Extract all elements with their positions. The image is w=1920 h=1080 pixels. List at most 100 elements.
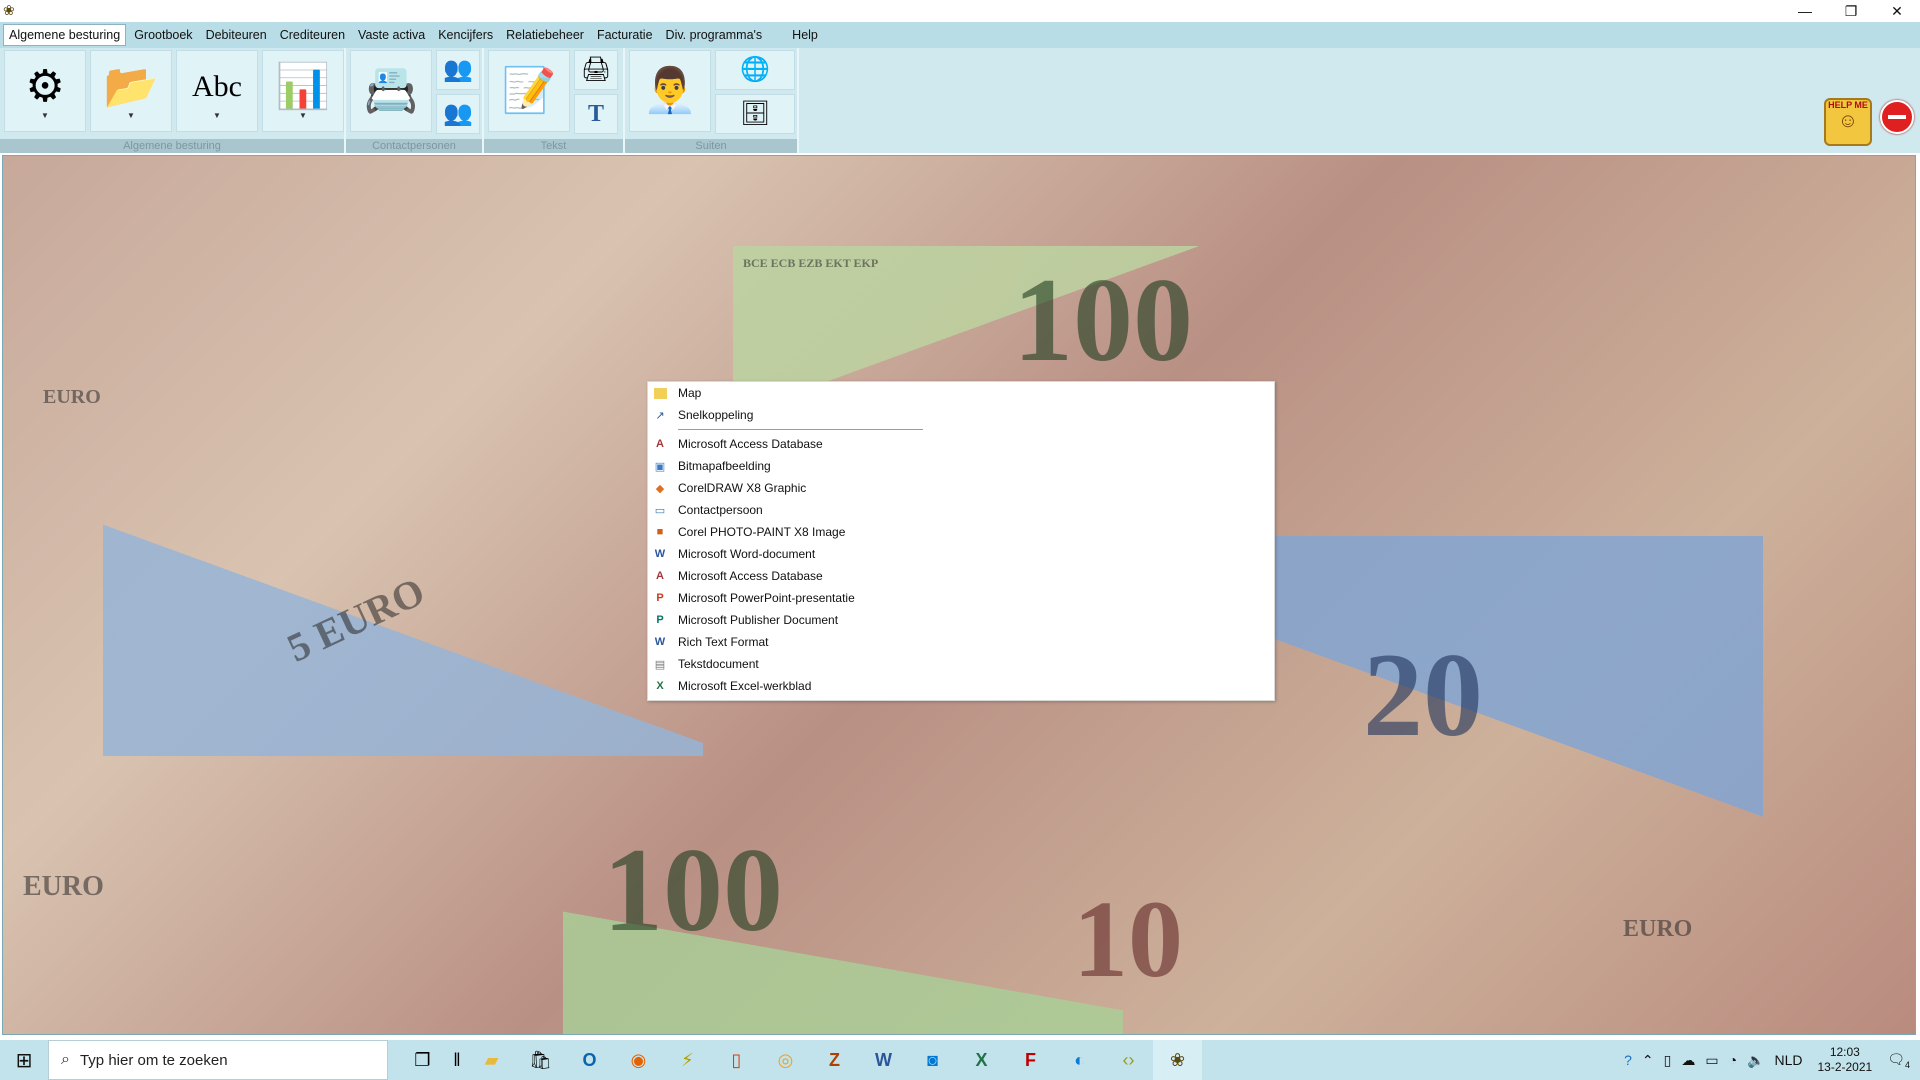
menu-item-publisher[interactable]: P Microsoft Publisher Document	[648, 609, 923, 631]
task-view-button[interactable]: ❐	[398, 1040, 447, 1080]
database-button[interactable]: 🗄	[715, 94, 795, 134]
menu-item-map[interactable]: Map	[648, 382, 923, 404]
menu-item-coreldraw[interactable]: ◆ CorelDRAW X8 Graphic	[648, 477, 923, 499]
menu-debiteuren[interactable]: Debiteuren	[201, 25, 272, 45]
access-icon: A	[656, 570, 664, 582]
menu-item-access-database[interactable]: A Microsoft Access Database	[648, 433, 923, 455]
contacts-group-button[interactable]: 👥	[436, 94, 480, 134]
title-bar: ❀ — ❐ ✕	[0, 0, 1920, 22]
word-taskbar-button[interactable]: W	[859, 1040, 908, 1080]
accounting-app-button[interactable]: ❀	[1153, 1040, 1202, 1080]
textdoc-icon: ▤	[654, 658, 666, 671]
edge-icon: ◐	[1074, 1049, 1085, 1070]
ribbon-group-label: Algemene besturing	[0, 139, 344, 153]
excel-taskbar-button[interactable]: X	[957, 1040, 1006, 1080]
menu-kencijfers[interactable]: Kencijfers	[433, 25, 498, 45]
menu-item-bitmap[interactable]: ▣ Bitmapafbeelding	[648, 455, 923, 477]
powerpoint-icon: P	[656, 592, 664, 604]
address-book-icon: 📇	[363, 66, 419, 115]
menu-item-tekstdocument[interactable]: ▤ Tekstdocument	[648, 653, 923, 675]
menu-relatiebeheer[interactable]: Relatiebeheer	[501, 25, 589, 45]
divider-handle[interactable]: ‖	[447, 1040, 467, 1080]
menu-help[interactable]: Help	[787, 25, 823, 45]
spelling-button[interactable]: Abc ▼	[176, 50, 258, 132]
file-explorer-button[interactable]: ▰	[467, 1040, 516, 1080]
exit-button[interactable]	[1880, 100, 1914, 134]
app-orange-button[interactable]: ◎	[761, 1040, 810, 1080]
new-item-context-menu: Map ↗ Snelkoppeling A Microsoft Access D…	[647, 381, 1275, 701]
users-button[interactable]: 👨‍💼	[629, 50, 711, 132]
restore-button[interactable]: ❐	[1828, 0, 1874, 22]
menu-item-powerpoint[interactable]: P Microsoft PowerPoint-presentatie	[648, 587, 923, 609]
start-button[interactable]: ⊞	[0, 1040, 48, 1080]
contacts-button[interactable]: 👥	[436, 50, 480, 90]
help-me-label: HELP ME	[1828, 100, 1868, 110]
app-lightning-button[interactable]: ⚡	[663, 1040, 712, 1080]
smiley-icon: ☺	[1837, 110, 1859, 132]
help-me-button[interactable]: HELP ME ☺	[1824, 98, 1872, 146]
abc-icon: Abc	[192, 70, 242, 103]
bill-label: 100	[1013, 253, 1193, 386]
chevron-up-icon[interactable]: ⌃	[1642, 1052, 1654, 1069]
notepad-button[interactable]: 📝	[488, 50, 570, 132]
edge-button[interactable]: ◐	[1055, 1040, 1104, 1080]
windows-logo-icon: ⊞	[15, 1049, 33, 1072]
store-bag-icon: 🛍	[529, 1049, 552, 1070]
menu-separator	[648, 426, 923, 433]
menu-facturatie[interactable]: Facturatie	[592, 25, 658, 45]
photopaint-icon: ■	[656, 526, 664, 538]
menu-algemene-besturing[interactable]: Algemene besturing	[3, 24, 127, 46]
cloud-icon[interactable]: ☁	[1681, 1052, 1695, 1069]
menu-item-photopaint[interactable]: ■ Corel PHOTO-PAINT X8 Image	[648, 521, 923, 543]
menu-item-label: Microsoft Excel-werkblad	[678, 679, 812, 693]
app-code-button[interactable]: ‹›	[1104, 1040, 1153, 1080]
bill-label: 100	[603, 823, 783, 956]
menu-item-access-database-2[interactable]: A Microsoft Access Database	[648, 565, 923, 587]
app-logo-icon[interactable]: ❀	[3, 2, 19, 18]
menu-item-label: Snelkoppeling	[678, 408, 754, 422]
outlook-button[interactable]: O	[565, 1040, 614, 1080]
taskbar-search-box[interactable]: ⌕ Typ hier om te zoeken	[48, 1040, 388, 1080]
office-button[interactable]: ▯	[712, 1040, 761, 1080]
language-indicator[interactable]: NLD	[1774, 1052, 1802, 1068]
clock[interactable]: 12:03 13-2-2021	[1817, 1045, 1872, 1075]
menu-grootboek[interactable]: Grootboek	[129, 25, 197, 45]
users-icon: 👨‍💼	[642, 66, 698, 115]
menu-item-contactpersoon[interactable]: ▭ Contactpersoon	[648, 499, 923, 521]
text-button[interactable]: T	[574, 94, 618, 134]
administration-button[interactable]: 📂 ▼	[90, 50, 172, 132]
people-icon: 👥	[443, 56, 473, 83]
filezilla-button[interactable]: F	[1006, 1040, 1055, 1080]
firefox-button[interactable]: ◉	[614, 1040, 663, 1080]
settings-gear-button[interactable]: ⚙ ▼	[4, 50, 86, 132]
excel-icon: X	[975, 1049, 988, 1070]
store-button[interactable]: 🛍	[516, 1040, 565, 1080]
device-icon[interactable]: ▯	[1664, 1052, 1672, 1069]
menu-item-rich-text[interactable]: W Rich Text Format	[648, 631, 923, 653]
notifications-icon[interactable]: 🗨4	[1887, 1051, 1910, 1070]
ribbon-group-label: Contactpersonen	[346, 139, 482, 153]
filezilla-server-button[interactable]: Z	[810, 1040, 859, 1080]
filezilla-icon: F	[1025, 1049, 1036, 1070]
menu-vaste-activa[interactable]: Vaste activa	[353, 25, 430, 45]
menu-item-snelkoppeling[interactable]: ↗ Snelkoppeling	[648, 404, 923, 426]
publisher-icon: P	[656, 614, 664, 626]
menu-item-label: Microsoft Access Database	[678, 569, 823, 583]
address-book-button[interactable]: 📇	[350, 50, 432, 132]
lightning-icon: ⚡	[681, 1049, 694, 1070]
network-button[interactable]: 🌐	[715, 50, 795, 90]
menu-crediteuren[interactable]: Crediteuren	[275, 25, 350, 45]
battery-icon[interactable]: ▭	[1705, 1052, 1718, 1069]
menu-div-programmas[interactable]: Div. programma's	[661, 25, 768, 45]
minimize-button[interactable]: —	[1782, 0, 1828, 22]
volume-icon[interactable]: 🔈	[1747, 1052, 1764, 1069]
menu-item-excel[interactable]: X Microsoft Excel-werkblad	[648, 675, 923, 697]
app-blue-button[interactable]: ◙	[908, 1040, 957, 1080]
close-button[interactable]: ✕	[1874, 0, 1920, 22]
menu-item-word-document[interactable]: W Microsoft Word-document	[648, 543, 923, 565]
reports-button[interactable]: 📊 ▼	[262, 50, 344, 132]
menu-item-label: Bitmapafbeelding	[678, 459, 771, 473]
network-icon[interactable]: ◔	[1729, 1052, 1737, 1068]
help-icon[interactable]: ?	[1624, 1052, 1632, 1068]
print-button[interactable]: 🖨	[574, 50, 618, 90]
